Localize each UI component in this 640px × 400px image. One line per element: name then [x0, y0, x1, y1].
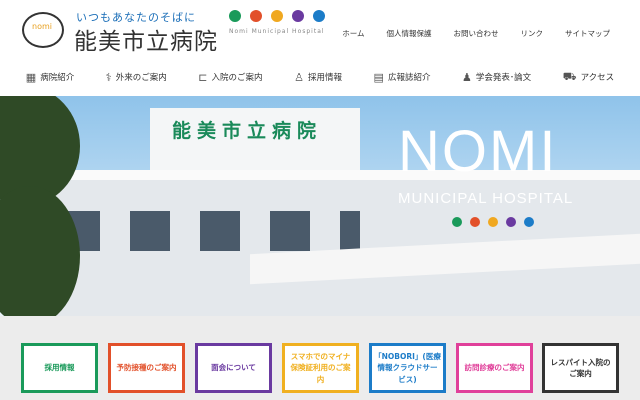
color-dots [229, 10, 325, 22]
dot [488, 217, 498, 227]
dot [271, 10, 283, 22]
car-icon: ⛟ [562, 69, 577, 83]
dot [292, 10, 304, 22]
building-windows [60, 211, 360, 251]
nav-label: 入院のご案内 [211, 73, 263, 83]
dot [250, 10, 262, 22]
link-home-visit[interactable]: 訪問診療のご案内 [456, 343, 533, 393]
nav-label: 採用情報 [307, 73, 342, 83]
util-link-home[interactable]: ホーム [342, 28, 364, 39]
main-nav: ▦ 病院紹介 ⚕ 外来のご案内 ⊏ 入院のご案内 ♙ 採用情報 ▤ 広報誌紹介 ♟ 学会発表… [0, 60, 640, 94]
site-title[interactable]: 能美市立病院 [74, 22, 218, 56]
link-nobori[interactable]: 「NOBORI」(医療情報クラウドサービス) [369, 343, 446, 393]
dot [524, 217, 534, 227]
nav-label: 病院紹介 [40, 73, 75, 83]
link-label: レスパイト入院のご案内 [550, 357, 611, 378]
logo-icon[interactable]: nomi [22, 12, 64, 48]
nav-about[interactable]: ▦ 病院紹介 [26, 71, 74, 84]
util-link-privacy[interactable]: 個人情報保護 [387, 28, 432, 39]
hero-title: NOMI [398, 119, 558, 184]
link-label: 面会について [211, 363, 256, 373]
building-sign: 能美市立病院 [172, 120, 323, 142]
util-link-sitemap[interactable]: サイトマップ [565, 28, 610, 39]
nav-outpatient[interactable]: ⚕ 外来のご案内 [106, 71, 167, 84]
nav-label: 外来のご案内 [115, 73, 167, 83]
link-mynumber-card[interactable]: スマホでのマイナ保険証利用のご案内 [282, 343, 359, 393]
link-vaccination[interactable]: 予防接種のご案内 [108, 343, 185, 393]
hero-image: 能美市立病院 NOMI MUNICIPAL HOSPITAL [0, 96, 640, 316]
util-link-contact[interactable]: お問い合わせ [454, 28, 499, 39]
link-label: 訪問診療のご案内 [464, 363, 525, 373]
quick-links: 採用情報 予防接種のご案内 面会について スマホでのマイナ保険証利用のご案内 「… [0, 316, 640, 400]
nav-recruit[interactable]: ♙ 採用情報 [294, 71, 342, 84]
nav-papers[interactable]: ♟ 学会発表･論文 [462, 71, 531, 84]
stethoscope-icon: ⚕ [105, 70, 112, 84]
dot [506, 217, 516, 227]
nav-inpatient[interactable]: ⊏ 入院のご案内 [198, 71, 262, 84]
hero-dots [452, 217, 534, 227]
link-label: 採用情報 [44, 363, 75, 373]
util-link-links[interactable]: リンク [521, 28, 544, 39]
link-visiting[interactable]: 面会について [195, 343, 272, 393]
nav-label: 学会発表･論文 [475, 73, 532, 83]
hero-subtitle: MUNICIPAL HOSPITAL [398, 190, 574, 207]
dot [452, 217, 462, 227]
link-recruit[interactable]: 採用情報 [21, 343, 98, 393]
utility-links: ホーム 個人情報保護 お問い合わせ リンク サイトマップ [342, 28, 610, 39]
dot [470, 217, 480, 227]
dot [229, 10, 241, 22]
logo-text: nomi [32, 22, 52, 31]
link-label: 「NOBORI」(医療情報クラウドサービス) [374, 352, 441, 384]
book-icon: ▤ [373, 70, 384, 84]
header: nomi いつもあなたのそばに 能美市立病院 Nomi Municipal Ho… [0, 0, 640, 58]
nav-label: 広報誌紹介 [387, 73, 431, 83]
bed-icon: ⊏ [198, 70, 208, 84]
link-label: 予防接種のご案内 [116, 363, 177, 373]
building-icon: ▦ [25, 70, 37, 84]
site-subtitle: Nomi Municipal Hospital [229, 28, 325, 35]
nav-access[interactable]: ⛟ アクセス [563, 70, 614, 85]
link-respite[interactable]: レスパイト入院のご案内 [542, 343, 619, 393]
link-label: スマホでのマイナ保険証利用のご案内 [290, 352, 351, 384]
nav-label: アクセス [580, 73, 615, 83]
presenter-icon: ♟ [462, 70, 472, 84]
dot [313, 10, 325, 22]
person-icon: ♙ [294, 70, 304, 84]
nav-magazine[interactable]: ▤ 広報誌紹介 [374, 71, 431, 84]
